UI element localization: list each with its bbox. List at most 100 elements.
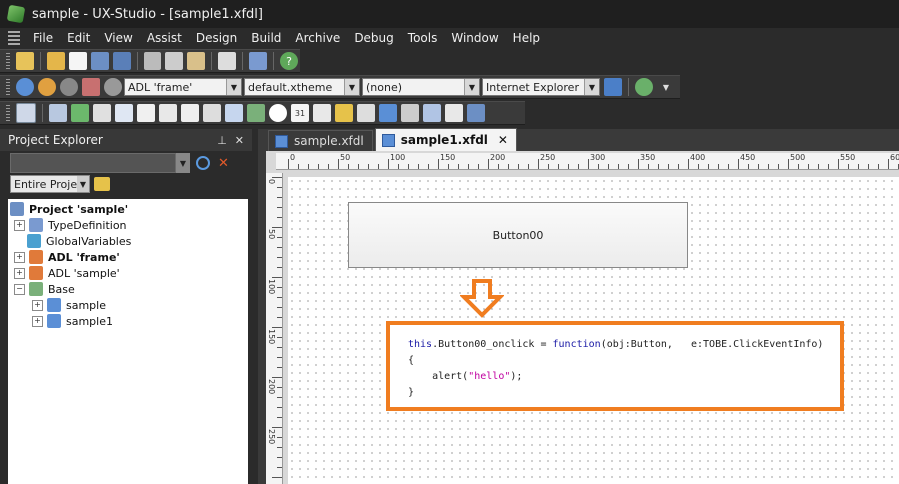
clear-icon[interactable]: ✕: [218, 156, 229, 171]
menu-assist[interactable]: Assist: [140, 28, 189, 48]
button-component-icon[interactable]: [71, 104, 89, 122]
tree-item[interactable]: + sample: [32, 297, 106, 313]
graphic-component-icon[interactable]: [445, 104, 463, 122]
menu-window[interactable]: Window: [444, 28, 505, 48]
expand-icon[interactable]: +: [14, 267, 25, 279]
new-file-icon[interactable]: [68, 52, 87, 70]
expand-icon[interactable]: +: [32, 315, 43, 327]
tree-item[interactable]: + ADL 'sample': [14, 265, 120, 281]
grid-component-icon[interactable]: [335, 104, 353, 122]
chevron-down-icon[interactable]: ▼: [77, 176, 89, 192]
dataset-component-icon[interactable]: [467, 104, 485, 122]
close-tab-icon[interactable]: ✕: [498, 133, 508, 147]
list-component-icon[interactable]: [159, 104, 177, 122]
tree-item[interactable]: + ADL 'frame': [14, 249, 120, 265]
chevron-down-icon[interactable]: ▼: [584, 79, 599, 95]
expand-icon[interactable]: +: [14, 251, 25, 263]
close-icon[interactable]: ✕: [235, 134, 244, 147]
chevron-down-icon[interactable]: ▼: [176, 153, 190, 173]
tree-item-label: ADL 'frame': [48, 250, 120, 264]
menu-component-icon[interactable]: [313, 104, 331, 122]
theme-combo[interactable]: default.xtheme ▼: [244, 78, 360, 96]
tab-sample-xfdl[interactable]: sample.xfdl: [268, 130, 373, 151]
calendar-component-icon[interactable]: 31: [291, 104, 309, 122]
adl-combo[interactable]: ADL 'frame' ▼: [124, 78, 242, 96]
menu-build[interactable]: Build: [244, 28, 288, 48]
toolbar-separator: [628, 78, 629, 96]
textarea-component-icon[interactable]: [181, 104, 199, 122]
menu-debug[interactable]: Debug: [347, 28, 400, 48]
toolbar-separator: [42, 104, 43, 122]
ruler-tick: [848, 164, 849, 169]
ruler-label: 100: [267, 279, 276, 295]
none-combo[interactable]: (none) ▼: [362, 78, 480, 96]
adl-icon: [29, 266, 43, 280]
filter-icon[interactable]: [94, 177, 110, 191]
chevron-down-icon[interactable]: ▼: [464, 79, 479, 95]
settings-icon[interactable]: [249, 52, 268, 70]
tree-item[interactable]: Project 'sample': [10, 201, 128, 217]
search-icon[interactable]: [196, 156, 210, 170]
tree-item[interactable]: GlobalVariables: [14, 233, 131, 249]
image-component-icon[interactable]: [247, 104, 265, 122]
tree-item-label: TypeDefinition: [48, 218, 127, 232]
chevron-down-icon[interactable]: ▼: [657, 78, 675, 96]
menu-archive[interactable]: Archive: [288, 28, 347, 48]
menu-view[interactable]: View: [97, 28, 139, 48]
new-project-icon[interactable]: [15, 52, 34, 70]
tree-component-icon[interactable]: [401, 104, 419, 122]
print-icon[interactable]: [218, 52, 237, 70]
tab-sample1-xfdl[interactable]: sample1.xfdl ✕: [374, 128, 517, 151]
browser-combo[interactable]: Internet Explorer ▼: [482, 78, 600, 96]
tree-item[interactable]: + sample1: [32, 313, 113, 329]
code-string: "hello": [468, 371, 511, 382]
tree-item[interactable]: + TypeDefinition: [14, 217, 127, 233]
generate-icon[interactable]: [104, 78, 122, 96]
spin-component-icon[interactable]: [203, 104, 221, 122]
div-component-icon[interactable]: [49, 104, 67, 122]
save-icon[interactable]: [90, 52, 109, 70]
open-folder-icon[interactable]: [46, 52, 65, 70]
paste-icon[interactable]: [187, 52, 206, 70]
progress-component-icon[interactable]: [357, 104, 375, 122]
quick-view-icon[interactable]: [82, 78, 100, 96]
button00-component[interactable]: Button00: [348, 202, 688, 268]
expand-icon[interactable]: +: [32, 299, 43, 311]
checkbox-component-icon[interactable]: [137, 104, 155, 122]
refresh-icon[interactable]: [16, 78, 34, 96]
chevron-down-icon[interactable]: ▼: [344, 79, 359, 95]
check-icon[interactable]: [635, 78, 653, 96]
chevron-down-icon[interactable]: ▼: [226, 79, 241, 95]
pin-icon[interactable]: ⊥: [217, 134, 227, 147]
project-tree: Project 'sample' + TypeDefinition GlobalVar…: [8, 199, 248, 484]
cut-icon[interactable]: [143, 52, 162, 70]
menu-tools[interactable]: Tools: [401, 28, 445, 48]
launch-icon[interactable]: [38, 78, 56, 96]
run-browser-icon[interactable]: [604, 78, 622, 96]
scope-combo[interactable]: Entire Projec ▼: [10, 175, 90, 193]
menu-edit[interactable]: Edit: [60, 28, 97, 48]
treeview-component-icon[interactable]: [423, 104, 441, 122]
search-input[interactable]: [10, 153, 176, 173]
menu-design[interactable]: Design: [189, 28, 244, 48]
webbrowser-component-icon[interactable]: [379, 104, 397, 122]
ruler-tick: [338, 159, 339, 169]
menu-help[interactable]: Help: [506, 28, 547, 48]
ruler-label: 0: [267, 179, 276, 185]
debug-run-icon[interactable]: [60, 78, 78, 96]
collapse-icon[interactable]: −: [14, 283, 25, 295]
tab-component-icon[interactable]: [225, 104, 243, 122]
static-component-icon[interactable]: [93, 104, 111, 122]
expand-icon[interactable]: +: [14, 219, 25, 231]
pointer-icon[interactable]: [16, 103, 36, 123]
edit-component-icon[interactable]: [115, 104, 133, 122]
menu-file[interactable]: File: [26, 28, 60, 48]
ruler-tick: [277, 437, 282, 438]
tree-item[interactable]: − Base: [14, 281, 75, 297]
design-surface[interactable]: Button00 this.Button00_onclick = functio…: [288, 177, 899, 484]
copy-icon[interactable]: [165, 52, 184, 70]
radio-component-icon[interactable]: [269, 104, 287, 122]
save-all-icon[interactable]: [112, 52, 131, 70]
explorer-header: Project Explorer ⊥ ✕: [0, 129, 252, 151]
help-icon[interactable]: ?: [280, 52, 298, 70]
